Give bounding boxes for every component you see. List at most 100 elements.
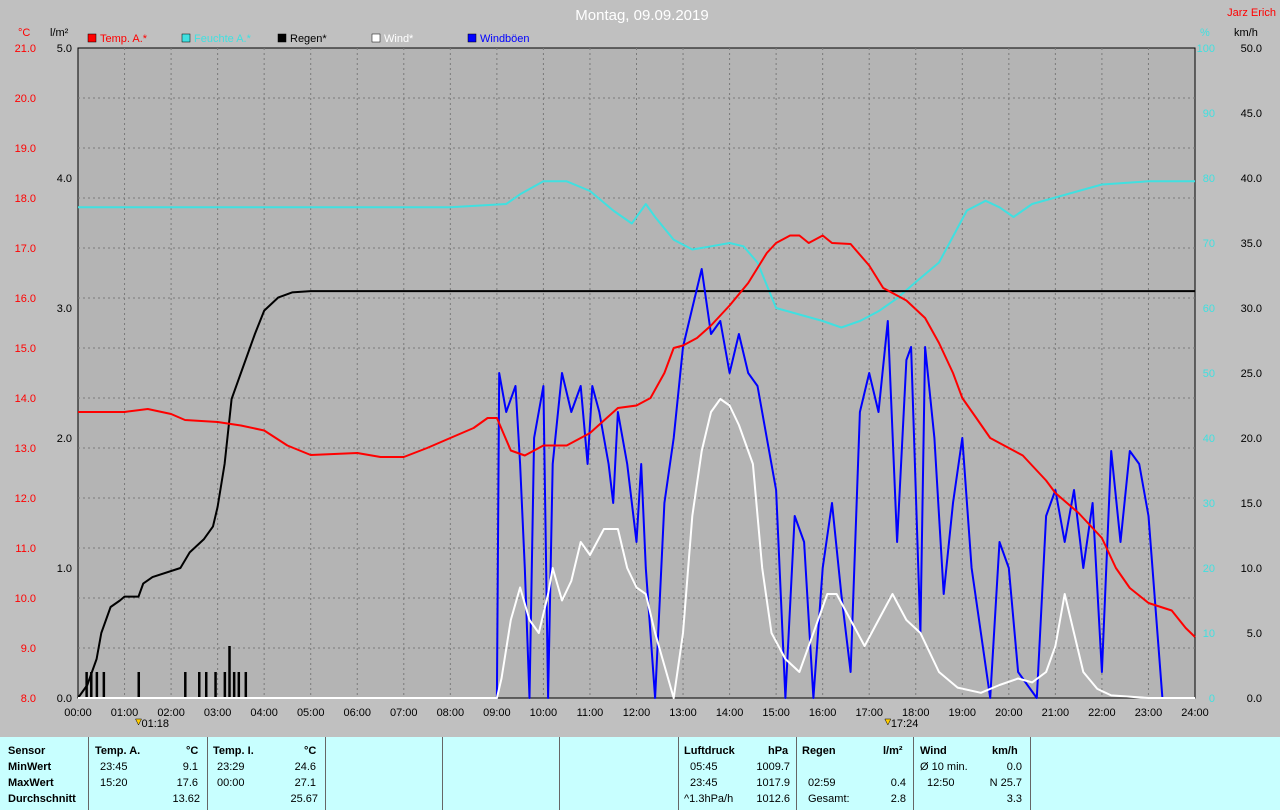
min-label: MinWert xyxy=(8,761,52,773)
temp-a-unit: °C xyxy=(186,745,199,757)
temp-tick-label: 21.0 xyxy=(15,43,36,55)
temp-tick-label: 19.0 xyxy=(15,143,36,155)
legend-label: Temp. A.* xyxy=(100,33,148,45)
wind-tick-label: 20.0 xyxy=(1241,433,1262,445)
temp-axis-unit: °C xyxy=(18,27,30,39)
time-tick-label: 24:00 xyxy=(1181,707,1209,719)
divider xyxy=(325,737,326,810)
legend-label: Feuchte A.* xyxy=(194,33,252,45)
legend-swatch xyxy=(371,33,381,43)
hum-tick-label: 70 xyxy=(1203,238,1215,250)
time-tick-label: 19:00 xyxy=(949,707,977,719)
temp-a-min-time: 23:45 xyxy=(100,761,128,773)
rain-bar xyxy=(95,672,99,698)
wind-unit: km/h xyxy=(992,745,1018,757)
legend-swatch xyxy=(87,33,97,43)
rain-bar xyxy=(198,672,201,698)
divider xyxy=(559,737,560,810)
hum-axis-unit: % xyxy=(1200,27,1210,39)
temp-tick-label: 9.0 xyxy=(21,643,36,655)
wind-tick-label: 25.0 xyxy=(1241,368,1262,380)
temp-tick-label: 11.0 xyxy=(15,543,36,555)
rain-bar xyxy=(137,672,141,698)
wind-tick-label: 5.0 xyxy=(1247,628,1262,640)
sensor-header: Sensor xyxy=(8,745,46,757)
rain-bar xyxy=(232,672,236,698)
time-tick-label: 12:00 xyxy=(623,707,651,719)
temp-tick-label: 18.0 xyxy=(15,193,36,205)
rain-total-label: Gesamt: xyxy=(808,793,850,805)
temp-tick-label: 13.0 xyxy=(15,443,36,455)
max-label: MaxWert xyxy=(8,777,54,789)
time-tick-label: 00:00 xyxy=(64,707,92,719)
rain-bar xyxy=(237,672,241,698)
rain-bar xyxy=(214,672,217,698)
pressure-max-time: 23:45 xyxy=(690,777,718,789)
wind-tick-label: 10.0 xyxy=(1241,563,1262,575)
wind-max-time: 12:50 xyxy=(927,777,955,789)
time-tick-label: 04:00 xyxy=(250,707,278,719)
legend-label: Regen* xyxy=(290,33,327,45)
rain-tick-label: 2.0 xyxy=(57,433,72,445)
hum-tick-label: 10 xyxy=(1203,628,1215,640)
time-tick-label: 01:00 xyxy=(111,707,139,719)
avg-label: Durchschnitt xyxy=(8,793,76,805)
pressure-header: Luftdruck xyxy=(684,745,735,757)
weather-chart: Montag, 09.09.2019 Jarz Erich °C l/m² % … xyxy=(15,7,1276,730)
temp-tick-label: 20.0 xyxy=(15,93,36,105)
time-tick-label: 06:00 xyxy=(343,707,371,719)
hum-tick-label: 0 xyxy=(1209,693,1215,705)
wind-tick-label: 0.0 xyxy=(1247,693,1262,705)
temp-i-max-val: 27.1 xyxy=(294,777,316,789)
rain-max-time: 02:59 xyxy=(808,777,836,789)
hum-tick-label: 50 xyxy=(1203,368,1215,380)
divider xyxy=(1030,737,1031,810)
time-tick-label: 17:00 xyxy=(855,707,883,719)
sun-time-label: 01:18 xyxy=(142,718,170,730)
pressure-min-val: 1009.7 xyxy=(756,761,790,773)
temp-i-header: Temp. I. xyxy=(213,745,254,757)
rain-max-val: 0.4 xyxy=(890,777,906,789)
divider xyxy=(796,737,797,810)
hum-tick-label: 60 xyxy=(1203,303,1215,315)
rain-bar xyxy=(184,672,187,698)
time-tick-label: 16:00 xyxy=(809,707,837,719)
time-tick-label: 14:00 xyxy=(716,707,744,719)
rain-bar xyxy=(223,672,227,698)
temp-i-min-val: 24.6 xyxy=(294,761,316,773)
divider xyxy=(678,737,679,810)
divider xyxy=(442,737,443,810)
wind-tick-label: 45.0 xyxy=(1241,108,1262,120)
pressure-max-val: 1017.9 xyxy=(756,777,790,789)
rain-tick-label: 1.0 xyxy=(57,563,72,575)
time-tick-label: 07:00 xyxy=(390,707,418,719)
wind-axis-unit: km/h xyxy=(1234,27,1258,39)
temp-i-max-time: 00:00 xyxy=(217,777,245,789)
rain-bar xyxy=(228,646,231,698)
rain-tick-label: 4.0 xyxy=(57,173,72,185)
sun-time-label: 17:24 xyxy=(891,718,919,730)
hum-tick-label: 100 xyxy=(1197,43,1215,55)
temp-tick-label: 15.0 xyxy=(15,343,36,355)
temp-tick-label: 14.0 xyxy=(15,393,36,405)
time-tick-label: 03:00 xyxy=(204,707,232,719)
temp-a-max-time: 15:20 xyxy=(100,777,128,789)
legend-label: Wind* xyxy=(384,33,414,45)
rain-bar xyxy=(244,672,248,698)
temp-tick-label: 12.0 xyxy=(15,493,36,505)
wind-tick-label: 50.0 xyxy=(1241,43,1262,55)
rain-bar xyxy=(204,672,208,698)
temp-a-avg: 13.62 xyxy=(172,793,200,805)
rain-tick-label: 3.0 xyxy=(57,303,72,315)
sun-markers: 01:18 17:24 xyxy=(135,718,919,730)
rain-tick-label: 0.0 xyxy=(57,693,72,705)
time-tick-label: 10:00 xyxy=(530,707,558,719)
wind-tick-label: 30.0 xyxy=(1241,303,1262,315)
time-tick-label: 23:00 xyxy=(1135,707,1163,719)
rain-total: 2.8 xyxy=(890,793,906,805)
wind-tick-label: 40.0 xyxy=(1241,173,1262,185)
rain-bar xyxy=(102,672,106,698)
rain-tick-label: 5.0 xyxy=(57,43,72,55)
divider xyxy=(88,737,89,810)
rain-header: Regen xyxy=(802,745,836,757)
